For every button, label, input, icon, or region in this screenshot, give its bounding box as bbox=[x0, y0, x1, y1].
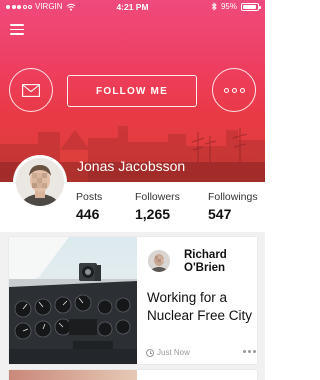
battery-icon bbox=[241, 2, 261, 11]
post-image-next bbox=[9, 370, 137, 380]
stat-label: Posts bbox=[76, 191, 103, 203]
avatar-image bbox=[16, 158, 64, 206]
more-dots-icon bbox=[223, 87, 245, 93]
post-card-next[interactable] bbox=[9, 370, 257, 380]
avatar[interactable] bbox=[13, 155, 67, 209]
post-time-label: Just Now bbox=[157, 348, 190, 357]
stat-followers[interactable]: Followers 1,265 bbox=[135, 191, 180, 222]
stat-value: 547 bbox=[208, 206, 232, 222]
stat-followings[interactable]: Followings 547 bbox=[208, 191, 258, 222]
battery-percent: 95% bbox=[220, 2, 237, 11]
post-card[interactable]: Richard O'Brien Working for a Nuclear Fr… bbox=[9, 237, 257, 364]
post-time: Just Now bbox=[146, 348, 190, 357]
cockpit-image bbox=[9, 237, 137, 364]
mail-button[interactable] bbox=[9, 68, 53, 112]
status-right: 95% bbox=[211, 2, 261, 11]
author-avatar[interactable] bbox=[148, 250, 170, 272]
stat-label: Followings bbox=[208, 191, 258, 203]
stat-posts[interactable]: Posts 446 bbox=[76, 191, 102, 222]
stat-value: 446 bbox=[76, 206, 100, 222]
post-author[interactable]: Richard O'Brien bbox=[184, 249, 254, 275]
person-portrait-icon bbox=[16, 158, 64, 206]
author-portrait-icon bbox=[148, 250, 170, 272]
more-button[interactable] bbox=[212, 68, 256, 112]
status-bar: VIRGIN 4:21 PM 95% bbox=[0, 0, 265, 14]
feed: Richard O'Brien Working for a Nuclear Fr… bbox=[0, 232, 265, 380]
clock-icon bbox=[146, 348, 154, 357]
profile-name: Jonas Jacobsson bbox=[77, 158, 186, 174]
post-title[interactable]: Working for a Nuclear Free City bbox=[147, 289, 255, 324]
post-more-icon[interactable] bbox=[243, 350, 256, 353]
follow-me-button[interactable]: FOLLOW ME bbox=[67, 75, 197, 107]
stat-label: Followers bbox=[135, 191, 180, 203]
stat-value: 1,265 bbox=[135, 206, 171, 222]
hamburger-menu-icon[interactable] bbox=[10, 24, 24, 35]
bluetooth-icon bbox=[211, 2, 217, 11]
mail-icon bbox=[22, 83, 40, 97]
cockpit-photo bbox=[9, 237, 137, 364]
